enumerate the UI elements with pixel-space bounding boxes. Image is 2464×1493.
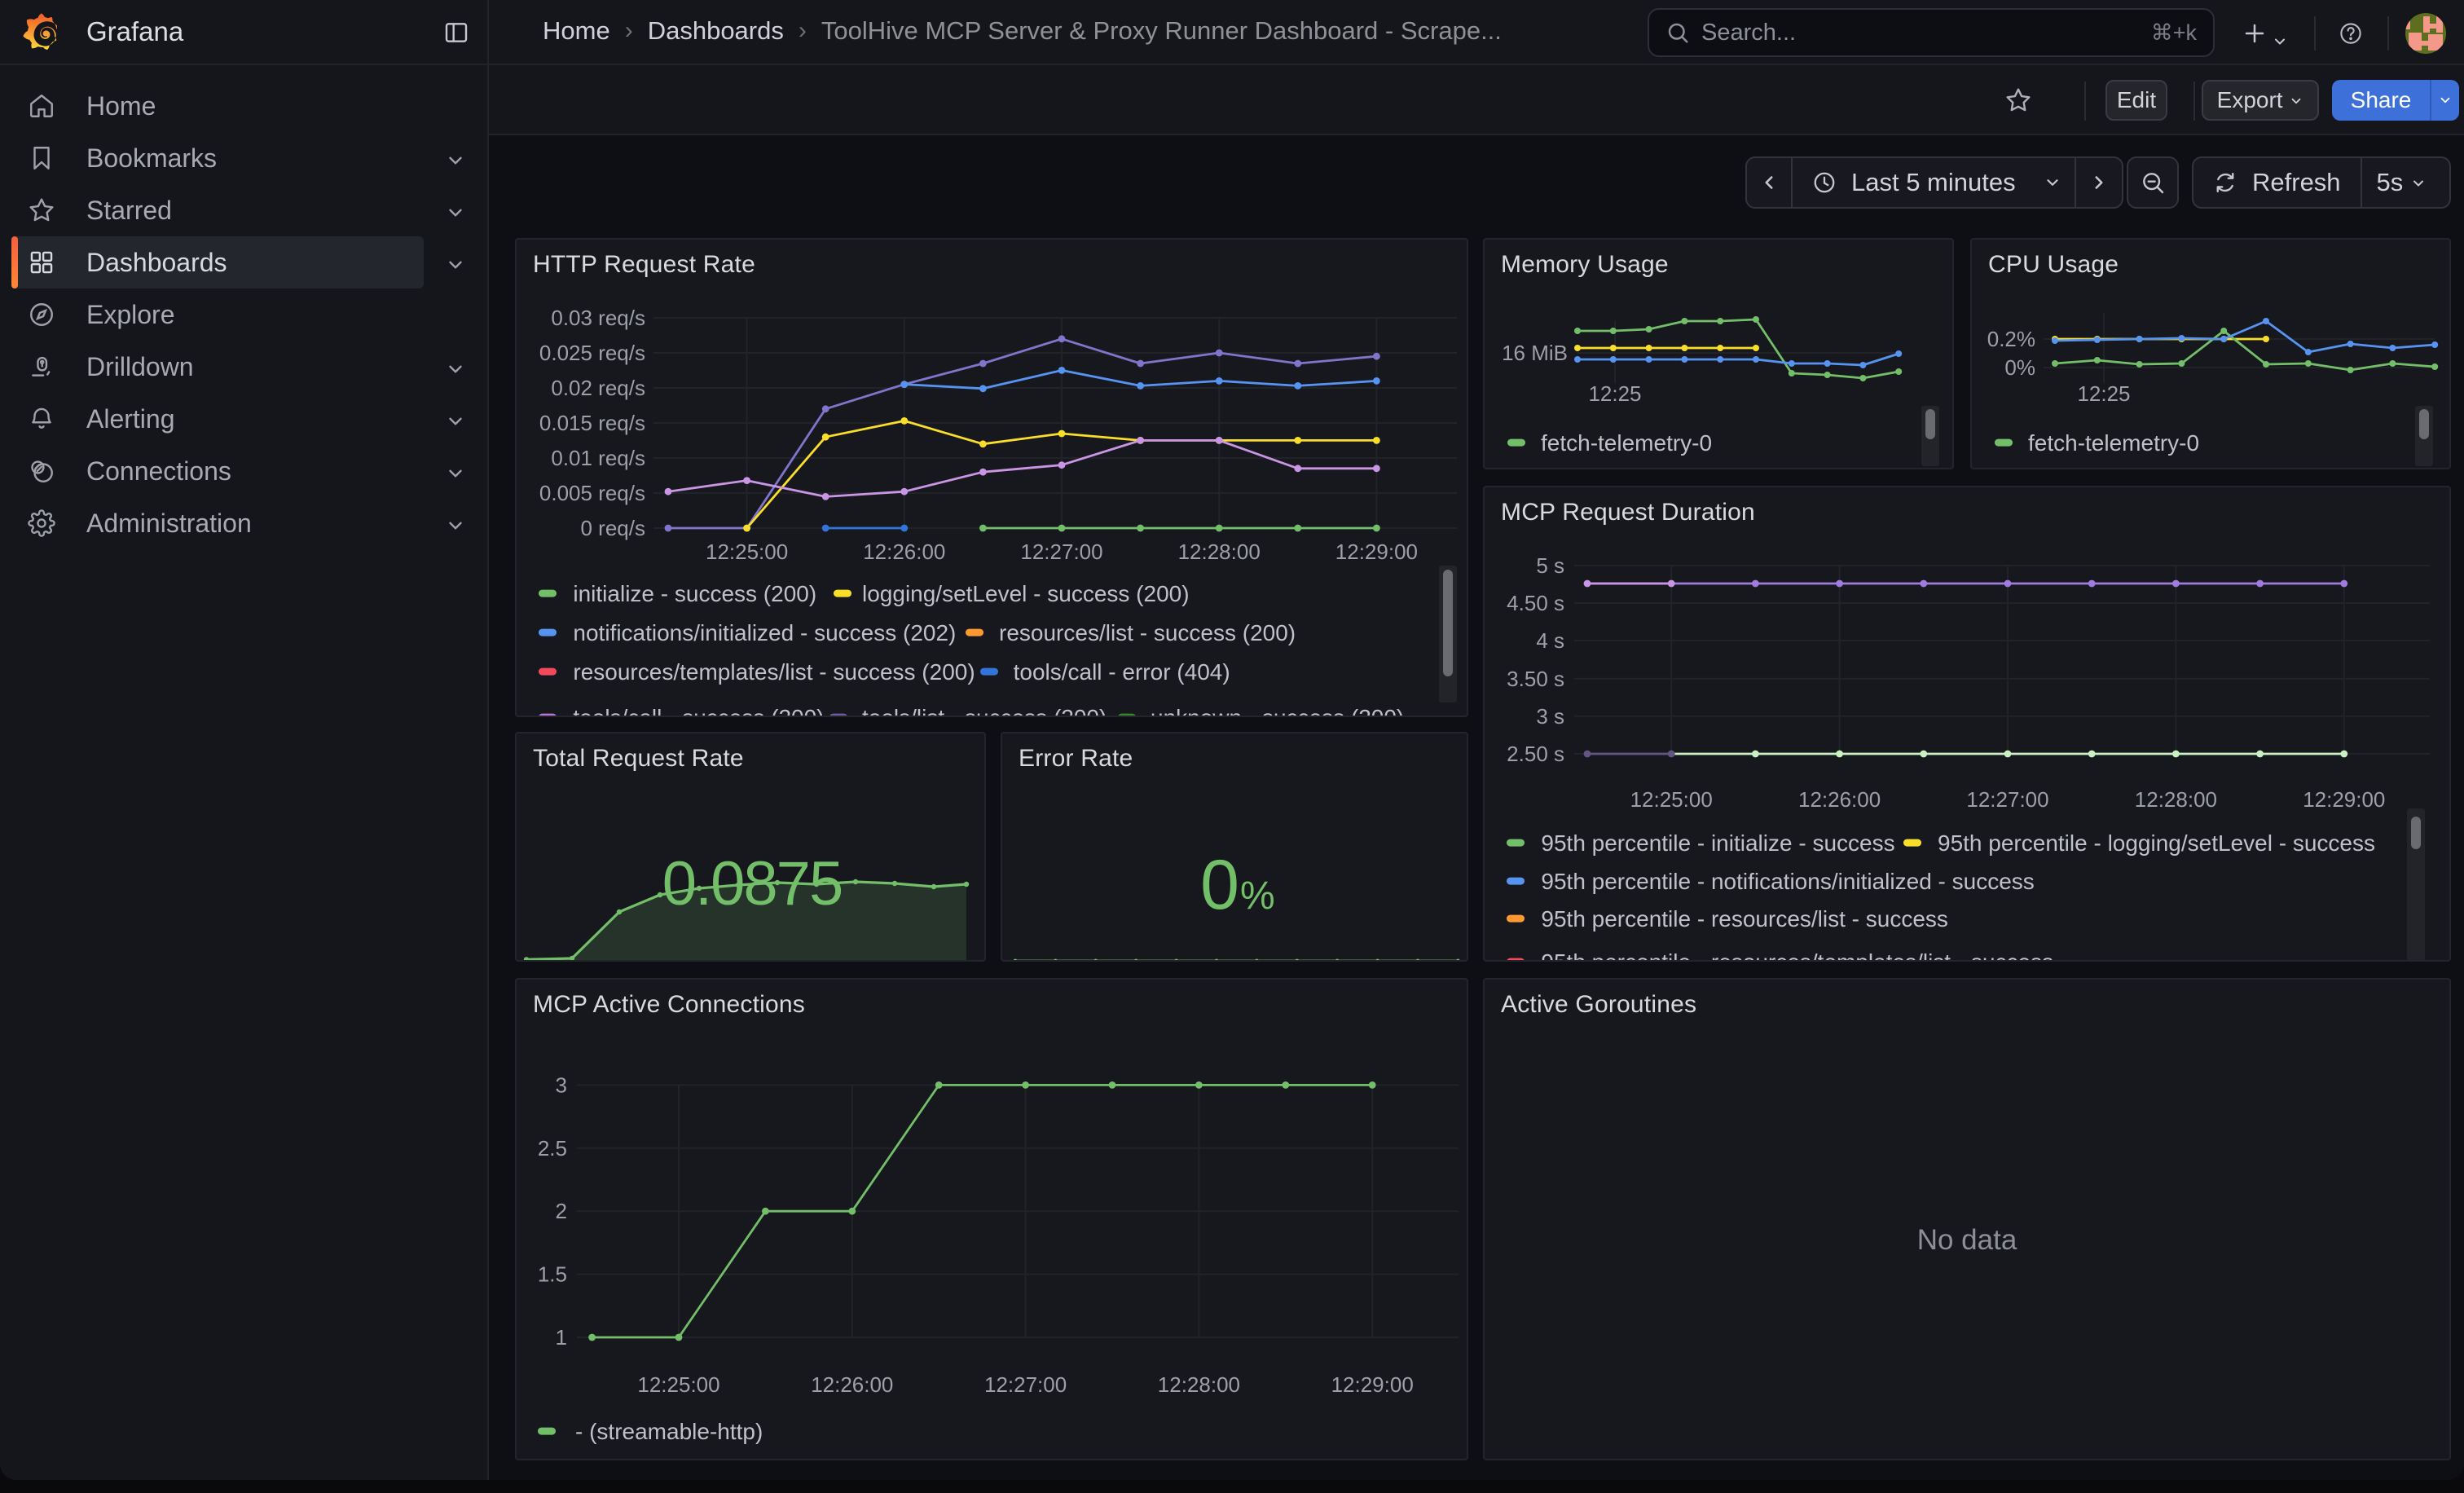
svg-text:3 s: 3 s bbox=[1536, 704, 1564, 729]
svg-text:resources/templates/list - suc: resources/templates/list - success (200) bbox=[573, 659, 975, 685]
svg-text:12:27:00: 12:27:00 bbox=[1020, 540, 1102, 564]
svg-text:- (streamable-http): - (streamable-http) bbox=[575, 1419, 763, 1444]
svg-text:12:26:00: 12:26:00 bbox=[811, 1372, 893, 1397]
svg-text:4.50 s: 4.50 s bbox=[1507, 591, 1564, 615]
svg-text:12:25:00: 12:25:00 bbox=[1630, 787, 1713, 812]
svg-text:4 s: 4 s bbox=[1536, 628, 1564, 653]
svg-text:0%: 0% bbox=[2004, 355, 2035, 380]
svg-text:95th percentile - resources/li: 95th percentile - resources/list - succe… bbox=[1541, 906, 1948, 931]
svg-text:unknown - success (200): unknown - success (200) bbox=[1151, 705, 1404, 717]
svg-text:tools/list - success (200): tools/list - success (200) bbox=[862, 705, 1107, 717]
svg-text:notifications/initialized - su: notifications/initialized - success (202… bbox=[573, 620, 956, 645]
svg-text:0.01 req/s: 0.01 req/s bbox=[551, 446, 645, 470]
svg-text:resources/list - success (200): resources/list - success (200) bbox=[999, 620, 1296, 645]
svg-text:3.50 s: 3.50 s bbox=[1507, 667, 1564, 691]
svg-text:2.50 s: 2.50 s bbox=[1507, 742, 1564, 766]
svg-text:2: 2 bbox=[556, 1199, 567, 1223]
svg-text:95th percentile - initialize -: 95th percentile - initialize - success bbox=[1541, 830, 1894, 856]
svg-text:12:28:00: 12:28:00 bbox=[2135, 787, 2217, 812]
svg-text:%: % bbox=[1240, 874, 1275, 918]
svg-text:12:29:00: 12:29:00 bbox=[1331, 1372, 1414, 1397]
svg-text:12:28:00: 12:28:00 bbox=[1158, 1372, 1240, 1397]
svg-text:2.5: 2.5 bbox=[538, 1136, 567, 1160]
svg-text:12:25: 12:25 bbox=[2077, 381, 2130, 406]
svg-text:1: 1 bbox=[556, 1325, 567, 1350]
svg-text:12:28:00: 12:28:00 bbox=[1178, 540, 1261, 564]
svg-text:3: 3 bbox=[556, 1072, 567, 1097]
svg-text:0: 0 bbox=[1200, 846, 1239, 924]
svg-text:12:26:00: 12:26:00 bbox=[863, 540, 945, 564]
svg-text:tools/call - error (404): tools/call - error (404) bbox=[1014, 659, 1230, 685]
svg-text:0.015 req/s: 0.015 req/s bbox=[539, 411, 645, 435]
svg-text:16 MiB: 16 MiB bbox=[1502, 341, 1568, 365]
svg-text:0.005 req/s: 0.005 req/s bbox=[539, 481, 645, 505]
svg-text:95th percentile - resources/te: 95th percentile - resources/templates/li… bbox=[1541, 949, 2053, 962]
svg-text:12:26:00: 12:26:00 bbox=[1798, 787, 1881, 812]
svg-text:0 req/s: 0 req/s bbox=[581, 516, 646, 540]
svg-text:12:25:00: 12:25:00 bbox=[637, 1372, 719, 1397]
svg-text:fetch-telemetry-0: fetch-telemetry-0 bbox=[1541, 430, 1712, 456]
svg-text:5 s: 5 s bbox=[1536, 553, 1564, 578]
svg-text:0.025 req/s: 0.025 req/s bbox=[539, 341, 645, 365]
svg-text:initialize - success (200): initialize - success (200) bbox=[573, 581, 816, 606]
svg-text:12:25: 12:25 bbox=[1588, 381, 1641, 406]
svg-text:0.2%: 0.2% bbox=[1987, 327, 2035, 351]
svg-text:95th percentile - notification: 95th percentile - notifications/initiali… bbox=[1541, 869, 2034, 894]
svg-text:fetch-telemetry-0: fetch-telemetry-0 bbox=[2028, 430, 2199, 456]
svg-text:logging/setLevel - success (20: logging/setLevel - success (200) bbox=[862, 581, 1190, 606]
svg-text:tools/call - success (200): tools/call - success (200) bbox=[573, 705, 824, 717]
svg-text:0.02 req/s: 0.02 req/s bbox=[551, 376, 645, 400]
svg-text:12:25:00: 12:25:00 bbox=[706, 540, 788, 564]
svg-text:12:27:00: 12:27:00 bbox=[1966, 787, 2048, 812]
svg-text:0.03 req/s: 0.03 req/s bbox=[551, 306, 645, 330]
svg-text:12:29:00: 12:29:00 bbox=[2303, 787, 2385, 812]
svg-text:0.0875: 0.0875 bbox=[662, 849, 842, 918]
svg-text:95th percentile - logging/setL: 95th percentile - logging/setLevel - suc… bbox=[1938, 830, 2375, 856]
svg-text:12:27:00: 12:27:00 bbox=[984, 1372, 1067, 1397]
svg-text:1.5: 1.5 bbox=[538, 1262, 567, 1287]
svg-text:12:29:00: 12:29:00 bbox=[1335, 540, 1418, 564]
